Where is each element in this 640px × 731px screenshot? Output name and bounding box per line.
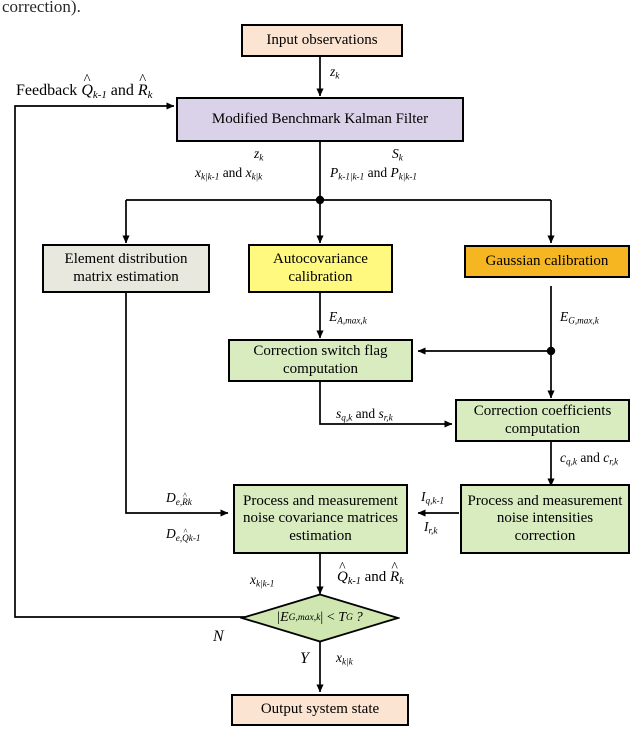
- edge-label-switch-flags: sq,k and sr,k: [336, 406, 393, 423]
- node-kalman-filter[interactable]: Modified Benchmark Kalman Filter: [176, 97, 464, 142]
- edge-label-ir: Ir,k: [424, 519, 438, 536]
- node-gaussian-calibration[interactable]: Gaussian calibration: [464, 245, 630, 278]
- edge-label-sk: Sk: [392, 146, 403, 163]
- node-noise-covariance-estimation-label: Process and measurement noise covariance…: [243, 493, 398, 544]
- node-autocovariance-calibration[interactable]: Autocovariance calibration: [248, 244, 393, 293]
- node-decision-label: | E G,max,k | < TG ?: [277, 610, 363, 625]
- node-element-distribution[interactable]: Element distribution matrix estimation: [42, 244, 210, 293]
- edge-label-qr-hat: ^ Qk-1 and ^ Rk: [337, 559, 404, 587]
- edge-label-de-r: De, ^ Rk: [166, 490, 192, 507]
- node-output-system-state-label: Output system state: [260, 701, 380, 718]
- page-text-fragment: correction).: [2, 0, 81, 16]
- edge-label-eg-max: EG,max,k: [560, 309, 599, 326]
- edge-label-correction-coeffs: cq,k and cr,k: [560, 450, 619, 467]
- node-correction-coefficients[interactable]: Correction coefficients computation: [455, 399, 630, 442]
- edge-label-p-states: Pk-1|k-1 and Pk|k-1: [330, 165, 418, 182]
- edge-label-ea-max: EA,max,k: [329, 309, 367, 326]
- node-gaussian-calibration-label: Gaussian calibration: [485, 252, 609, 269]
- edge-label-branch-no: N: [213, 628, 224, 645]
- node-correction-switch-flag[interactable]: Correction switch flag computation: [228, 339, 413, 382]
- node-correction-coefficients-label: Correction coefficients computation: [473, 403, 612, 437]
- edge-label-x-pred: xk|k-1: [250, 572, 275, 589]
- node-output-system-state[interactable]: Output system state: [231, 694, 409, 726]
- node-correction-switch-flag-label: Correction switch flag computation: [253, 343, 388, 377]
- node-input-observations[interactable]: Input observations: [241, 24, 403, 57]
- node-kalman-filter-label: Modified Benchmark Kalman Filter: [211, 110, 429, 127]
- edge-label-x-post: xk|k: [336, 650, 353, 667]
- node-noise-intensities-correction[interactable]: Process and measurement noise intensitie…: [460, 484, 630, 554]
- feedback-label: Feedback ^ Qk-1 and ^ Rk: [16, 71, 153, 102]
- edge-label-zk-left: zk: [254, 146, 264, 163]
- node-noise-intensities-correction-label: Process and measurement noise intensitie…: [467, 493, 623, 544]
- edge-label-iq: Iq,k-1: [421, 489, 445, 506]
- edge-label-x-states: xk|k-1 and xk|k: [195, 165, 263, 182]
- node-noise-covariance-estimation[interactable]: Process and measurement noise covariance…: [233, 484, 408, 554]
- node-input-observations-label: Input observations: [266, 31, 378, 48]
- edge-label-zk-top: zk: [330, 64, 340, 81]
- node-element-distribution-label: Element distribution matrix estimation: [64, 251, 188, 285]
- node-decision-diamond[interactable]: | E G,max,k | < TG ?: [238, 593, 402, 643]
- flowchart-canvas: correction). Feedback ^ Qk-1 and ^ Rk Inpu…: [0, 0, 640, 731]
- edge-label-branch-yes: Y: [300, 650, 309, 667]
- edge-label-de-q: De, ^ Qk-1: [166, 526, 201, 543]
- node-autocovariance-calibration-label: Autocovariance calibration: [273, 251, 368, 285]
